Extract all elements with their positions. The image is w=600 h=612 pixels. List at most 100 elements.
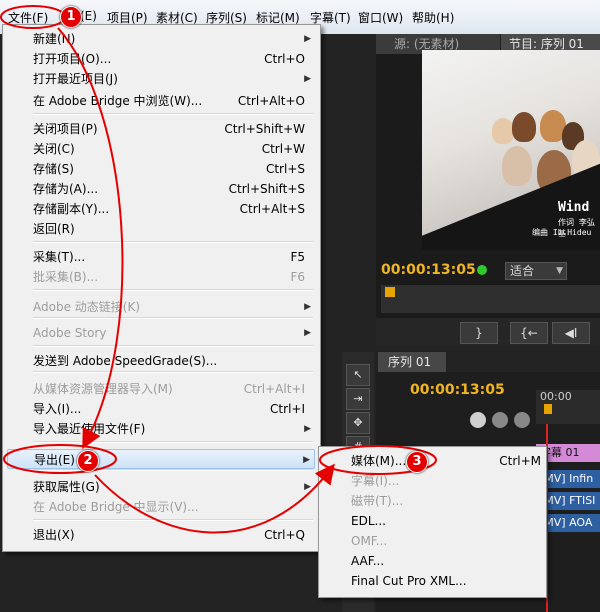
timeline-ruler[interactable]: 00:00 — [536, 390, 600, 424]
program-time-ruler[interactable] — [381, 285, 600, 313]
program-video-frame: Wind 作词 李弘基 编曲 IL.Hideu — [422, 50, 600, 250]
fit-dropdown[interactable]: 适合 ▼ — [505, 262, 567, 280]
file-menu-item[interactable]: 批采集(B)... F6 — [33, 267, 315, 287]
menu-item-label: 磁带(T)... — [351, 494, 404, 508]
menu-item-shortcut: Ctrl+Shift+S — [228, 182, 305, 196]
menu-item-label: AAF... — [351, 554, 385, 568]
menu-item-shortcut: Ctrl+M — [499, 454, 541, 468]
file-menu-item[interactable]: 发送到 Adobe SpeedGrade(S)... — [33, 351, 315, 371]
annotation-badge: 2 — [77, 450, 99, 472]
menu-item-shortcut: Ctrl+W — [261, 142, 305, 156]
go-to-in-button[interactable]: {← — [510, 322, 548, 344]
menu-window[interactable]: 窗口(W) — [358, 9, 403, 26]
menu-item-shortcut: Ctrl+Shift+W — [224, 122, 305, 136]
file-menu-item[interactable]: 打开项目(O)... Ctrl+O — [33, 49, 315, 69]
export-menu-item[interactable]: Final Cut Pro XML... — [351, 571, 541, 591]
file-menu-item[interactable]: 关闭(C) Ctrl+W — [33, 139, 315, 159]
menu-help[interactable]: 帮助(H) — [412, 9, 454, 26]
menu-item-shortcut: Ctrl+Alt+S — [239, 202, 305, 216]
export-menu-item[interactable]: OMF... — [351, 531, 541, 551]
menu-item-label: 存储副本(Y)... — [33, 202, 110, 216]
menu-separator — [33, 469, 313, 471]
step-back-button[interactable]: ◀I — [552, 322, 590, 344]
menu-item-label: 退出(X) — [33, 528, 75, 542]
file-menu-item[interactable]: Adobe Story ▶ — [33, 323, 315, 343]
mark-out-button[interactable]: } — [460, 322, 498, 344]
sequence-timecode[interactable]: 00:00:13:05 — [410, 382, 505, 398]
file-menu-item[interactable]: 在 Adobe Bridge 中浏览(W)... Ctrl+Alt+O — [33, 91, 315, 111]
file-menu-item[interactable]: 存储为(A)... Ctrl+Shift+S — [33, 179, 315, 199]
menu-separator — [33, 113, 313, 115]
file-menu-item[interactable]: 导出(E) ▶ — [7, 449, 315, 469]
menu-item-label: 获取属性(G) — [33, 480, 100, 494]
export-menu-item[interactable]: 磁带(T)... — [351, 491, 541, 511]
export-menu-item[interactable]: EDL... — [351, 511, 541, 531]
chevron-down-icon: ▼ — [556, 266, 563, 276]
file-menu-item[interactable]: 新建(N) ▶ — [33, 29, 315, 49]
menu-item-label: 媒体(M)... — [351, 454, 407, 468]
menu-gutter — [3, 25, 31, 551]
settings-icon[interactable] — [514, 412, 530, 428]
file-menu: 新建(N) ▶ 打开项目(O)... Ctrl+O 打开最近项目(J) ▶ 在 Adobe … — [2, 24, 321, 552]
snap-icon[interactable] — [470, 412, 486, 428]
file-menu-item[interactable]: 获取属性(G) ▶ — [33, 477, 315, 497]
video-caption-line: 编曲 IL.Hideu — [532, 228, 592, 237]
submenu-arrow-icon: ▶ — [304, 424, 311, 434]
file-menu-item[interactable]: 导入(I)... Ctrl+I — [33, 399, 315, 419]
menu-item-label: 在 Adobe Bridge 中浏览(W)... — [33, 94, 203, 108]
menu-separator — [33, 345, 313, 347]
file-menu-item[interactable]: 关闭项目(P) Ctrl+Shift+W — [33, 119, 315, 139]
transport-controls: } {← ◀I — [376, 318, 600, 346]
menu-separator — [33, 519, 313, 521]
file-menu-item[interactable]: 返回(R) — [33, 219, 315, 239]
menu-item-label: 导入最近使用文件(F) — [33, 422, 146, 436]
ruler-label: 00:00 — [540, 390, 572, 403]
menu-item-shortcut: Ctrl+Alt+I — [243, 382, 305, 396]
menu-item-label: 在 Adobe Bridge 中显示(V)... — [33, 500, 199, 514]
menu-item-shortcut: F5 — [290, 250, 305, 264]
submenu-arrow-icon: ▶ — [304, 34, 311, 44]
menu-item-label: 存储为(A)... — [33, 182, 99, 196]
file-menu-item[interactable]: Adobe 动态链接(K) ▶ — [33, 297, 315, 317]
menu-item-label: 关闭(C) — [33, 142, 75, 156]
file-menu-item[interactable]: 存储副本(Y)... Ctrl+Alt+S — [33, 199, 315, 219]
menu-item-label: OMF... — [351, 534, 388, 548]
ripple-edit-tool-icon[interactable]: ✥ — [346, 412, 370, 434]
file-menu-item[interactable]: 导入最近使用文件(F) ▶ — [33, 419, 315, 439]
playhead-icon[interactable] — [385, 287, 395, 297]
file-menu-item[interactable]: 采集(T)... F5 — [33, 247, 315, 267]
menu-item-label: Final Cut Pro XML... — [351, 574, 467, 588]
menu-item-label: 打开项目(O)... — [33, 52, 112, 66]
file-menu-item[interactable]: 从媒体资源管理器导入(M) Ctrl+Alt+I — [33, 379, 315, 399]
status-dot-icon — [477, 265, 487, 275]
annotation-badge: 3 — [406, 451, 428, 473]
track-select-tool-icon[interactable]: ⇥ — [346, 388, 370, 410]
submenu-arrow-icon: ▶ — [304, 328, 311, 338]
file-menu-item[interactable]: 存储(S) Ctrl+S — [33, 159, 315, 179]
menu-item-shortcut: Ctrl+Q — [264, 528, 305, 542]
menu-separator — [33, 371, 313, 373]
file-menu-item[interactable]: 退出(X) Ctrl+Q — [33, 525, 315, 545]
marker-icon[interactable] — [492, 412, 508, 428]
export-menu-item[interactable]: AAF... — [351, 551, 541, 571]
program-timecode[interactable]: 00:00:13:05 — [381, 262, 476, 278]
menu-edit[interactable]: (E) — [80, 9, 97, 23]
menu-item-label: 存储(S) — [33, 162, 74, 176]
tab-sequence[interactable]: 序列 01 — [378, 352, 446, 372]
export-menu-item[interactable]: 字幕(I)... — [351, 471, 541, 491]
export-submenu: 媒体(M)... Ctrl+M 字幕(I)... 磁带(T)... EDL... OMF.… — [318, 446, 547, 598]
menu-item-shortcut: Ctrl+I — [270, 402, 305, 416]
submenu-arrow-icon: ▶ — [304, 74, 311, 84]
menu-separator — [33, 289, 313, 291]
video-person — [502, 146, 532, 186]
menu-item-label: 从媒体资源管理器导入(M) — [33, 382, 173, 396]
file-menu-item[interactable]: 在 Adobe Bridge 中显示(V)... — [33, 497, 315, 517]
playhead-icon[interactable] — [544, 404, 552, 414]
menu-item-label: Adobe Story — [33, 326, 107, 340]
menu-item-label: 返回(R) — [33, 222, 75, 236]
export-menu-item[interactable]: 媒体(M)... Ctrl+M — [351, 451, 541, 471]
selection-tool-icon[interactable]: ↖ — [346, 364, 370, 386]
menu-separator — [33, 317, 313, 319]
file-menu-item[interactable]: 打开最近项目(J) ▶ — [33, 69, 315, 89]
video-person — [492, 118, 514, 144]
